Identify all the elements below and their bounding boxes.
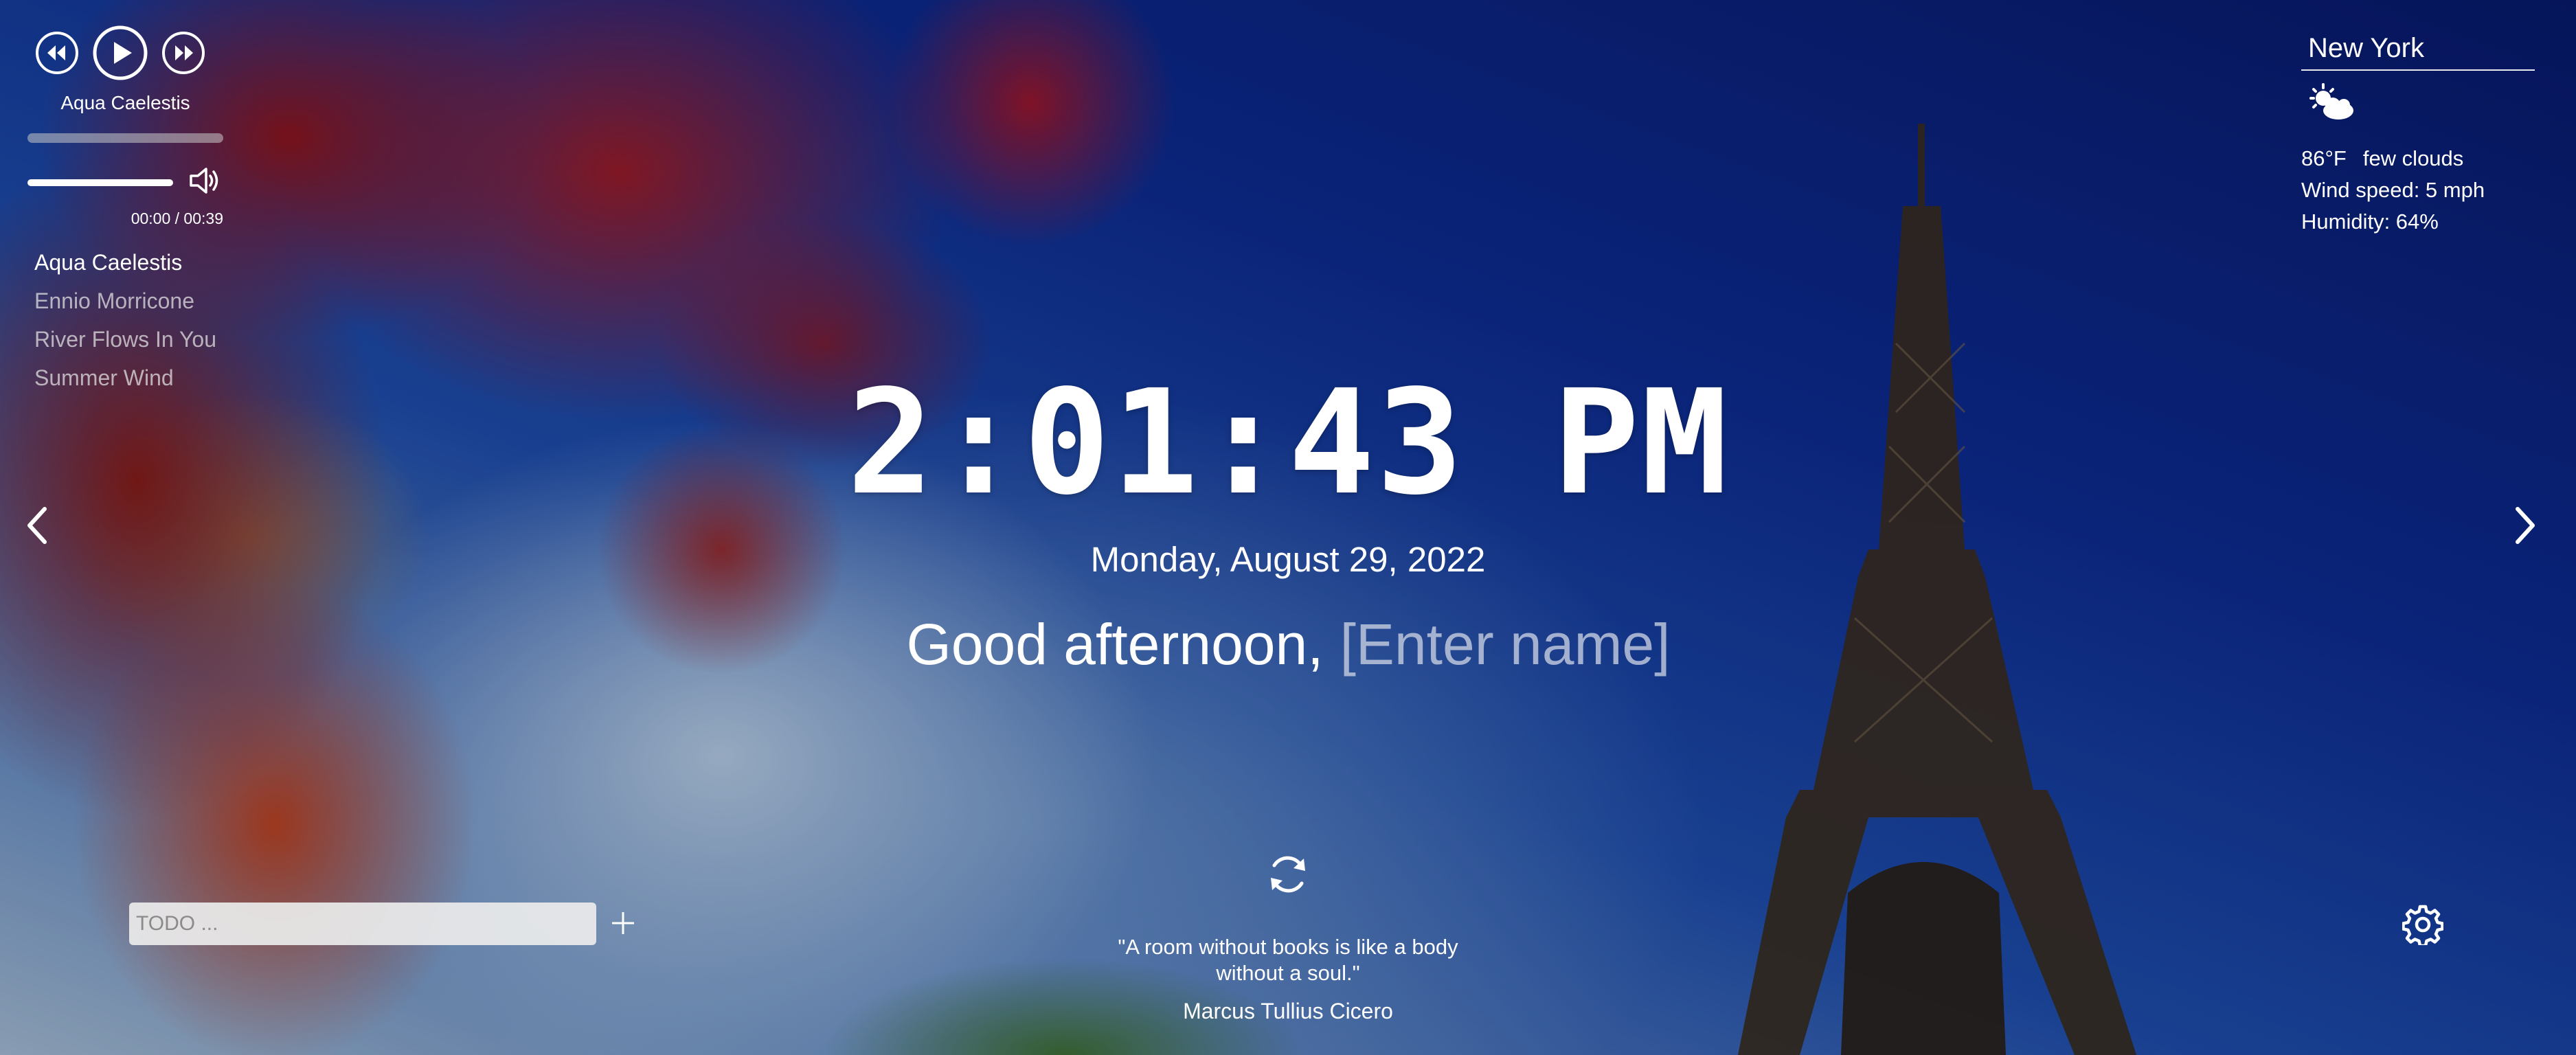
play-button[interactable] [92,25,148,81]
speaker-icon [190,168,218,194]
current-track-title: Aqua Caelestis [60,92,190,113]
fast-forward-icon [162,32,205,74]
playlist-item[interactable]: Aqua Caelestis [34,243,234,282]
add-todo-button[interactable] [608,908,638,938]
progress-bar[interactable] [27,133,223,143]
clock-time: 2:01:43 PM [846,359,1730,527]
refresh-quote-button[interactable] [1264,850,1312,902]
todo-input[interactable] [129,903,596,945]
gear-icon [2402,905,2444,948]
settings-button[interactable] [2402,904,2444,949]
track-time: 00:00 / 00:39 [131,209,223,227]
humidity: Humidity: 64% [2301,209,2439,234]
weather-widget: New York 86°F few clouds Wind speed: 5 mp… [2301,33,2535,238]
prev-track-button[interactable] [34,30,80,76]
weather-summary: 86°F few clouds [2301,143,2535,174]
playlist-item[interactable]: River Flows In You [34,320,234,359]
weather-description: few clouds [2362,146,2464,170]
playlist-item[interactable]: Ennio Morricone [34,282,234,320]
wind-speed: Wind speed: 5 mph [2301,178,2485,202]
quote-author: Marcus Tullius Cicero [1183,999,1393,1023]
refresh-icon [1271,856,1305,893]
quote-text: "A room without books is like a body wit… [1118,935,1458,985]
volume-slider[interactable] [27,179,173,186]
greeting: Good afternoon, [0,611,2576,678]
greeting-text: Good afternoon, [906,612,1324,677]
temperature: 86°F [2301,146,2347,170]
clock-date: Monday, August 29, 2022 [1090,540,1486,579]
next-track-button[interactable] [161,30,206,76]
plus-icon [612,912,634,934]
player-controls [34,25,234,81]
volume-button[interactable] [188,165,223,200]
play-icon [93,25,148,80]
rewind-icon [36,32,78,74]
volume-row [27,165,234,200]
audio-player: Aqua Caelestis 00:00 / 00:39 Aqua Caeles… [27,25,234,397]
city-input[interactable]: New York [2301,33,2535,71]
name-input[interactable] [1340,611,1670,678]
few-clouds-icon [2304,83,2535,128]
